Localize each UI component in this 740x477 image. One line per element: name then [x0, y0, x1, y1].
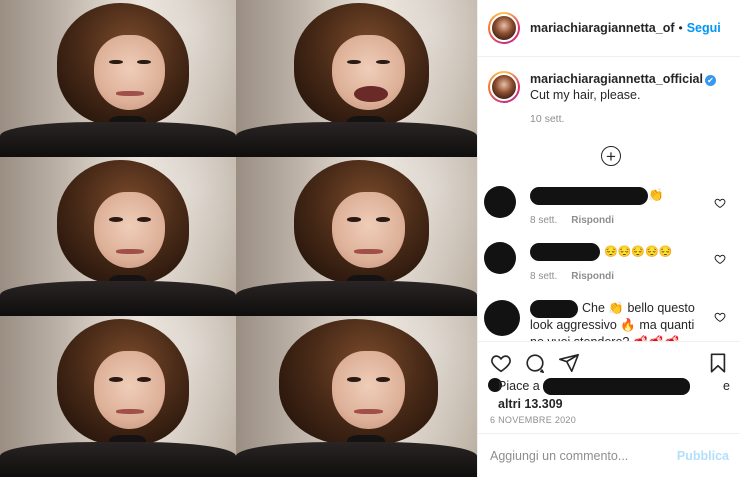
- separator-dot: •: [678, 21, 683, 35]
- photo-tile: [0, 0, 236, 157]
- commenter-avatar[interactable]: [484, 242, 516, 274]
- like-comment-heart-icon[interactable]: [714, 197, 726, 209]
- commenter-avatar[interactable]: [484, 186, 516, 218]
- photo-tile: [236, 0, 477, 157]
- caption: mariachiaragiannetta_official ✔ Cut my ha…: [478, 57, 740, 103]
- likes-suffix: e: [723, 379, 730, 393]
- avatar[interactable]: [488, 12, 520, 44]
- action-icons: [490, 352, 580, 374]
- comment-meta: 8 sett. Rispondi: [530, 271, 614, 282]
- caption-username[interactable]: mariachiaragiannetta_official: [530, 72, 703, 86]
- photo-tile: [236, 316, 477, 477]
- like-comment-heart-icon[interactable]: [714, 311, 726, 323]
- comment-time[interactable]: 8 sett.: [530, 271, 557, 282]
- redacted-text: [530, 243, 600, 261]
- comment-meta: 8 sett. Rispondi: [530, 215, 614, 226]
- save-bookmark-icon[interactable]: [707, 352, 729, 374]
- post-actions: Piace a e altri 13.309 6 NOVEMBRE 2020: [478, 341, 740, 433]
- caption-text: Cut my hair, please.: [530, 88, 641, 102]
- follow-button[interactable]: Segui: [687, 21, 721, 35]
- publish-button[interactable]: Pubblica: [677, 449, 729, 463]
- reply-button[interactable]: Rispondi: [571, 215, 614, 226]
- caption-text-block: mariachiaragiannetta_official ✔ Cut my ha…: [530, 71, 730, 103]
- likes-count[interactable]: altri 13.309: [498, 396, 563, 413]
- post-image-collage[interactable]: [0, 0, 477, 477]
- like-heart-icon[interactable]: [490, 352, 512, 374]
- share-paper-plane-icon[interactable]: [558, 352, 580, 374]
- caption-timestamp[interactable]: 10 sett.: [530, 113, 740, 125]
- comment-item: Che 👏 bello questo look aggressivo 🔥 ma …: [484, 295, 736, 341]
- post-side-panel: mariachiaragiannetta_of • Segui mariachi…: [477, 0, 740, 477]
- photo-tile: [0, 157, 236, 316]
- comment-text: 😔😔😔😔😔: [604, 246, 673, 258]
- comment-item: 👏 8 sett. Rispondi: [484, 183, 736, 231]
- comment-text: Che 👏 bello questo look aggressivo 🔥 ma …: [530, 301, 695, 341]
- photo-tile: [0, 316, 236, 477]
- add-comment-bar: Aggiungi un commento... Pubblica: [478, 433, 740, 477]
- comment-bubble-icon[interactable]: [524, 352, 546, 374]
- like-comment-heart-icon[interactable]: [714, 253, 726, 265]
- comment-input[interactable]: Aggiungi un commento...: [490, 449, 677, 463]
- comment-item: 😔😔😔😔😔 8 sett. Rispondi: [484, 239, 736, 287]
- likes-prefix: Piace a: [498, 379, 540, 393]
- redacted-text: [543, 378, 690, 395]
- comment-time[interactable]: 8 sett.: [530, 215, 557, 226]
- commenter-avatar[interactable]: [484, 300, 520, 336]
- redacted-text: [530, 187, 648, 205]
- photo-tile: [236, 157, 477, 316]
- comment-text: 👏: [648, 188, 664, 202]
- header-username[interactable]: mariachiaragiannetta_of: [530, 21, 675, 35]
- load-more-comments-icon[interactable]: +: [601, 146, 621, 166]
- post-date[interactable]: 6 NOVEMBRE 2020: [490, 415, 576, 425]
- verified-icon: ✔: [704, 75, 716, 86]
- reply-button[interactable]: Rispondi: [571, 271, 614, 282]
- caption-avatar[interactable]: [488, 71, 520, 103]
- post-header: mariachiaragiannetta_of • Segui: [478, 0, 740, 57]
